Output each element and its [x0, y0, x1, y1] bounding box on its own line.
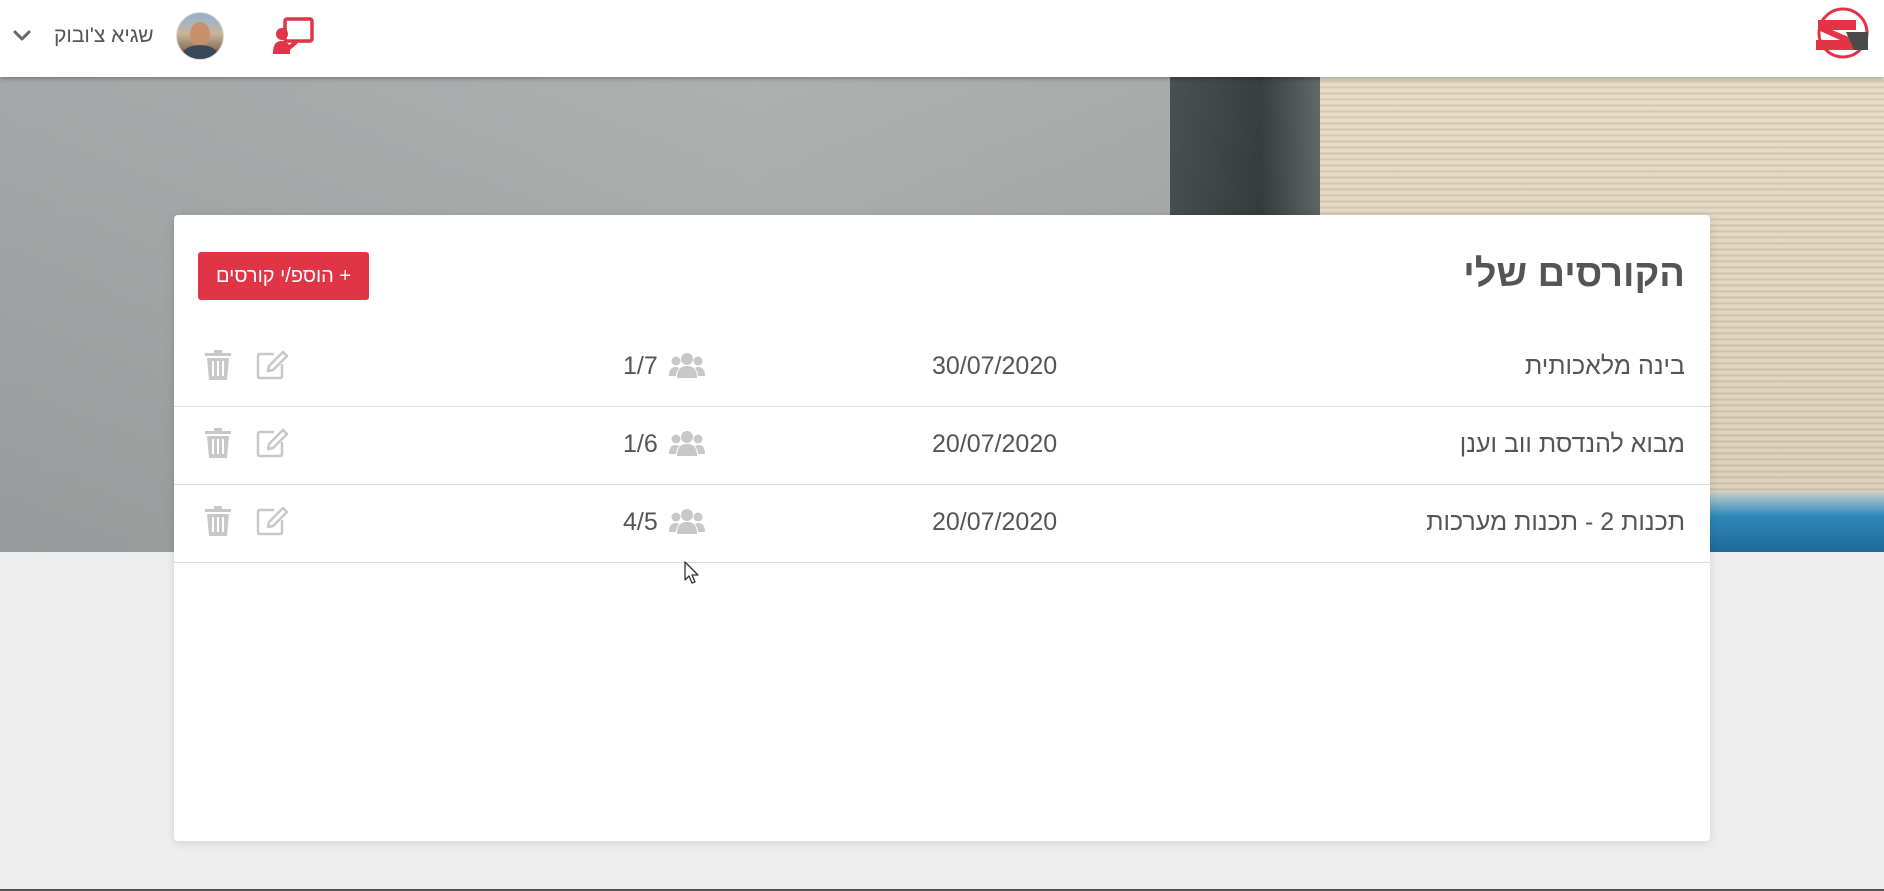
top-navbar: שגיא צ'ובוק: [0, 0, 1884, 77]
trash-icon[interactable]: [205, 350, 231, 380]
enrollment-count: 1/6: [623, 430, 658, 458]
teacher-board-icon[interactable]: [272, 16, 314, 54]
brand-logo[interactable]: [1810, 6, 1870, 60]
trash-icon[interactable]: [205, 506, 231, 536]
course-row[interactable]: בינה מלאכותית 30/07/2020 1/7: [174, 328, 1710, 407]
user-menu[interactable]: שגיא צ'ובוק: [10, 10, 224, 62]
enrollment-count: 4/5: [623, 508, 658, 536]
course-date: 20/07/2020: [932, 508, 1058, 536]
courses-card: הקורסים שלי + הוספ/י קורסים בינה מלאכותי…: [174, 215, 1710, 841]
course-name[interactable]: בינה מלאכותית: [1525, 352, 1685, 381]
users-icon: [669, 431, 705, 456]
chevron-down-icon[interactable]: [10, 24, 34, 48]
enrollment-count: 1/7: [623, 352, 658, 380]
page-title: הקורסים שלי: [1463, 253, 1685, 295]
add-courses-button[interactable]: + הוספ/י קורסים: [198, 252, 370, 300]
avatar[interactable]: [175, 12, 224, 60]
course-row[interactable]: תכנות 2 - תכנות מערכות 20/07/2020 4/5: [174, 484, 1710, 563]
user-name[interactable]: שגיא צ'ובוק: [54, 24, 154, 48]
trash-icon[interactable]: [205, 428, 231, 458]
course-date: 20/07/2020: [932, 430, 1058, 458]
course-name[interactable]: מבוא להנדסת ווב וענן: [1460, 430, 1685, 459]
users-icon: [669, 353, 705, 378]
users-icon: [669, 509, 705, 534]
mouse-cursor-icon: [684, 561, 699, 584]
edit-icon[interactable]: [256, 506, 288, 536]
course-row[interactable]: מבוא להנדסת ווב וענן 20/07/2020 1/6: [174, 406, 1710, 485]
edit-icon[interactable]: [256, 350, 288, 380]
course-name[interactable]: תכנות 2 - תכנות מערכות: [1426, 508, 1685, 537]
edit-icon[interactable]: [256, 428, 288, 458]
course-date: 30/07/2020: [932, 352, 1058, 380]
